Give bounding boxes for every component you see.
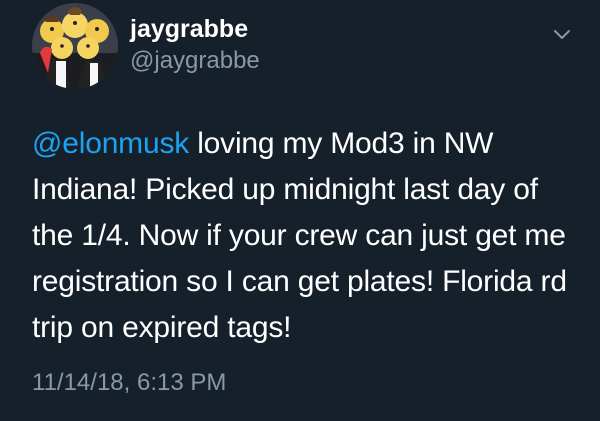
tweet-menu-button[interactable] xyxy=(551,23,573,45)
avatar-image xyxy=(32,3,118,89)
author-handle[interactable]: @jaygrabbe xyxy=(130,46,260,76)
tweet-text: @elonmusk loving my Mod3 in NW Indiana! … xyxy=(32,121,587,351)
author-display-name[interactable]: jaygrabbe xyxy=(130,14,248,44)
avatar[interactable] xyxy=(32,3,118,89)
tweet-timestamp[interactable]: 11/14/18, 6:13 PM xyxy=(32,368,226,398)
chevron-down-icon xyxy=(554,30,570,39)
tweet-card: jaygrabbe @jaygrabbe @elonmusk loving my… xyxy=(0,0,600,421)
mention-link[interactable]: @elonmusk xyxy=(32,127,189,160)
